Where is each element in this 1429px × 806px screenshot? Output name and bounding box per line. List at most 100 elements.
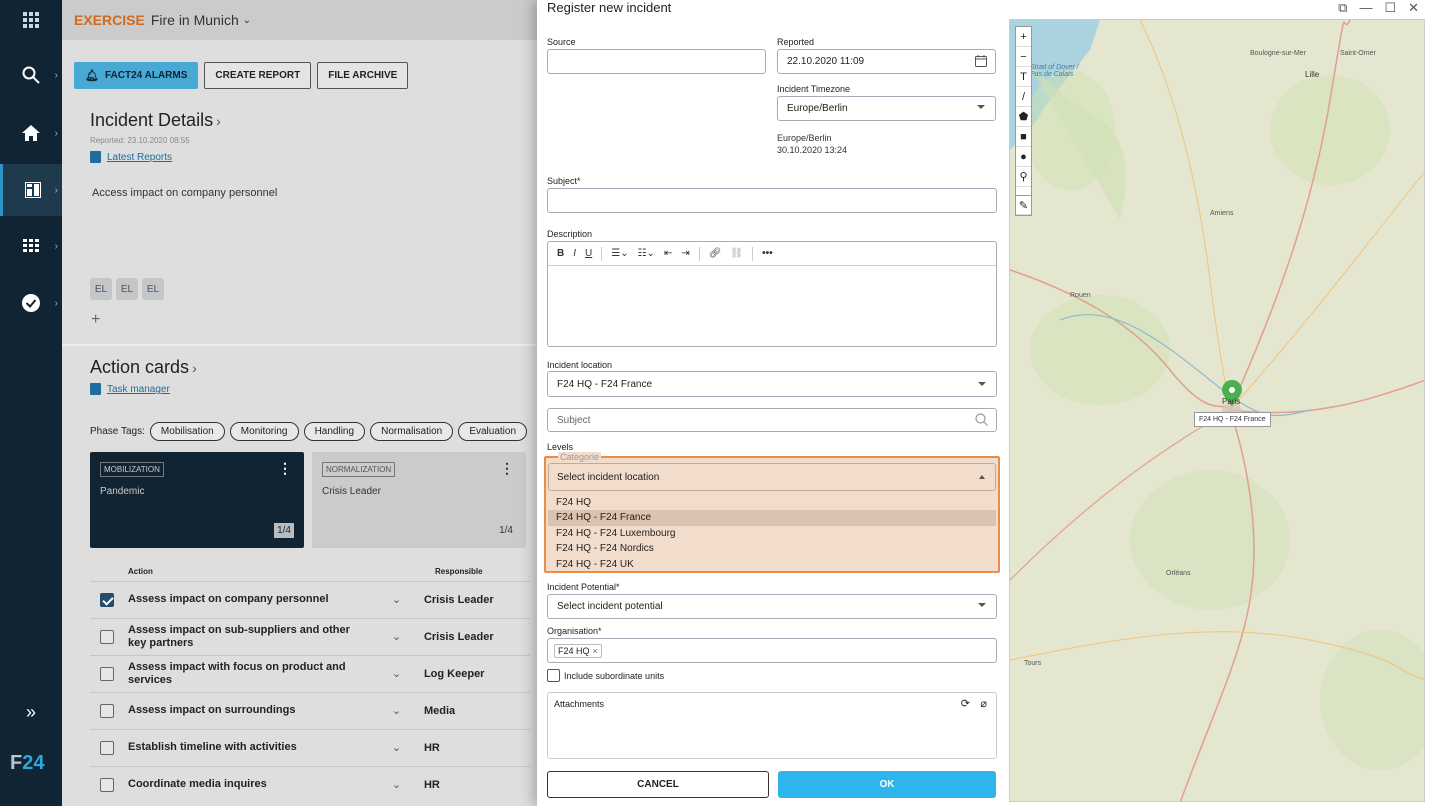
row-checkbox[interactable] [100,666,114,681]
incident-title[interactable]: Fire in Munich [151,12,239,28]
organisation-input[interactable]: F24 HQ × [547,638,997,663]
map-city-label: Paris [1222,397,1241,406]
draw-circle-icon[interactable]: ● [1016,147,1031,167]
link-icon[interactable]: 🔗︎ [709,248,722,259]
file-archive-button[interactable]: FILE ARCHIVE [317,62,409,89]
action-card-normalization[interactable]: NORMALIZATION ⋮ Crisis Leader 1/4 [312,452,526,548]
table-row[interactable]: Establish timeline with activities ⌄ HR [90,729,530,765]
table-row[interactable]: Assess impact with focus on product and … [90,655,530,691]
chevron-down-icon[interactable]: ⌄ [369,593,424,606]
unlink-icon[interactable]: ⛓︎ [730,248,743,259]
table-row[interactable]: Assess impact on sub-suppliers and other… [90,618,530,654]
reported-datetime-input[interactable]: 22.10.2020 11:09 [777,49,996,74]
map-controls: + − T / ⬟ ■ ● ⚲ ✎ [1015,26,1032,216]
incident-details-heading[interactable]: Incident Details › [90,110,221,131]
phase-tag-handling[interactable]: Handling [303,422,366,441]
paperclip-icon[interactable]: ⌀ [980,697,987,710]
table-row[interactable]: Coordinate media inquires ⌄ HR [90,766,530,802]
edit-layers-icon[interactable]: ✎ [1016,195,1031,215]
location-search-input[interactable]: Subject [547,408,997,432]
italic-icon[interactable]: I [573,248,576,259]
add-participant-button[interactable]: + [91,311,100,329]
draw-rectangle-icon[interactable]: ■ [1016,127,1031,147]
more-vertical-icon[interactable]: ⋮ [278,460,292,477]
ok-button[interactable]: OK [778,771,996,798]
fact24-alarms-button[interactable]: 🔔︎ FACT24 ALARMS [74,62,199,89]
maximize-icon[interactable]: ☐ [1384,0,1396,16]
tasks-check-icon[interactable]: › [0,283,62,323]
zoom-in-icon[interactable]: + [1016,27,1031,47]
draw-text-icon[interactable]: T [1016,67,1031,87]
phase-tag-mobilisation[interactable]: Mobilisation [149,422,225,441]
category-option[interactable]: F24 HQ - F24 UK [548,556,996,572]
row-checkbox[interactable] [100,629,114,644]
levels-label: Levels [547,442,574,452]
source-label: Source [547,37,576,47]
row-checkbox[interactable] [100,777,114,792]
draw-polygon-icon[interactable]: ⬟ [1016,107,1031,127]
category-select[interactable]: Select incident location [548,463,996,491]
chevron-down-icon[interactable]: ⌄ [369,630,424,643]
chevron-down-icon[interactable]: ⌄ [369,741,424,754]
action-cards-heading[interactable]: Action cards › [90,357,197,378]
participant-chip[interactable]: EL [90,278,112,300]
include-subordinate-checkbox[interactable] [547,669,560,682]
outdent-icon[interactable]: ⇤ [664,248,672,259]
chevron-down-icon[interactable]: ⌄ [243,15,251,26]
zoom-out-icon[interactable]: − [1016,47,1031,67]
expand-rail-icon[interactable]: » [0,692,62,732]
numbered-list-icon[interactable]: ☷⌄ [638,248,655,259]
category-option[interactable]: F24 HQ - F24 Luxembourg [548,525,996,541]
f24-logo: F24 [10,752,45,774]
incident-board-icon[interactable]: › [0,164,62,216]
chip-remove-icon[interactable]: × [593,646,598,656]
refresh-icon[interactable]: ⟳ [961,697,970,710]
apps-grid-icon[interactable] [0,0,62,40]
row-checkbox[interactable] [100,703,114,718]
subject-input[interactable] [547,188,997,213]
phase-tag-monitoring[interactable]: Monitoring [229,422,299,441]
row-checkbox[interactable] [100,592,114,607]
cancel-button[interactable]: CANCEL [547,771,769,798]
draw-marker-icon[interactable]: ⚲ [1016,167,1031,187]
chevron-down-icon[interactable]: ⌄ [369,778,424,791]
bold-icon[interactable]: B [557,248,564,259]
incident-location-select[interactable]: F24 HQ - F24 France [547,371,997,397]
row-checkbox[interactable] [100,740,114,755]
more-options-icon[interactable]: ••• [762,248,773,259]
home-icon[interactable]: › [0,113,62,153]
phase-tag-normalisation[interactable]: Normalisation [370,422,454,441]
chevron-down-icon[interactable]: ⌄ [369,667,424,680]
attachments-box[interactable]: Attachments ⟳ ⌀ [547,692,997,759]
table-row[interactable]: Assess impact on surroundings ⌄ Media [90,692,530,728]
modules-grid-icon[interactable]: › [0,226,62,266]
chevron-down-icon[interactable]: ⌄ [369,704,424,717]
participant-chip[interactable]: EL [116,278,138,300]
incident-map[interactable]: Boulogne-sur-Mer Saint-Omer Lille Strait… [1009,19,1425,802]
timezone-select[interactable]: Europe/Berlin [777,96,996,121]
bullet-list-icon[interactable]: ☰⌄ [611,248,628,259]
action-card-mobilization[interactable]: MOBILIZATION ⋮ Pandemic 1/4 [90,452,304,548]
participant-chip[interactable]: EL [142,278,164,300]
minimize-icon[interactable]: — [1359,0,1372,16]
indent-icon[interactable]: ⇥ [681,248,689,259]
source-input[interactable] [547,49,766,74]
draw-line-icon[interactable]: / [1016,87,1031,107]
phase-tag-evaluation[interactable]: Evaluation [458,422,528,441]
category-option[interactable]: F24 HQ - F24 Nordics [548,541,996,557]
search-icon[interactable]: › [0,55,62,95]
category-option[interactable]: F24 HQ [548,494,996,510]
create-report-button[interactable]: CREATE REPORT [204,62,312,89]
close-icon[interactable]: ✕ [1408,0,1419,16]
popout-icon[interactable]: ⧉ [1338,0,1347,16]
search-icon[interactable] [975,413,988,429]
table-row[interactable]: Assess impact on company personnel ⌄ Crisi… [90,581,530,617]
incident-potential-select[interactable]: Select incident potential [547,594,997,619]
task-manager-link[interactable]: Task manager [90,383,170,396]
more-vertical-icon[interactable]: ⋮ [500,460,514,477]
calendar-icon[interactable] [975,55,987,70]
underline-icon[interactable]: U [585,248,592,259]
category-option[interactable]: F24 HQ - F24 France [548,509,996,526]
description-editor[interactable]: B I U ☰⌄ ☷⌄ ⇤ ⇥ 🔗︎ ⛓︎ ••• [547,241,997,347]
latest-reports-link[interactable]: Latest Reports [90,151,172,164]
